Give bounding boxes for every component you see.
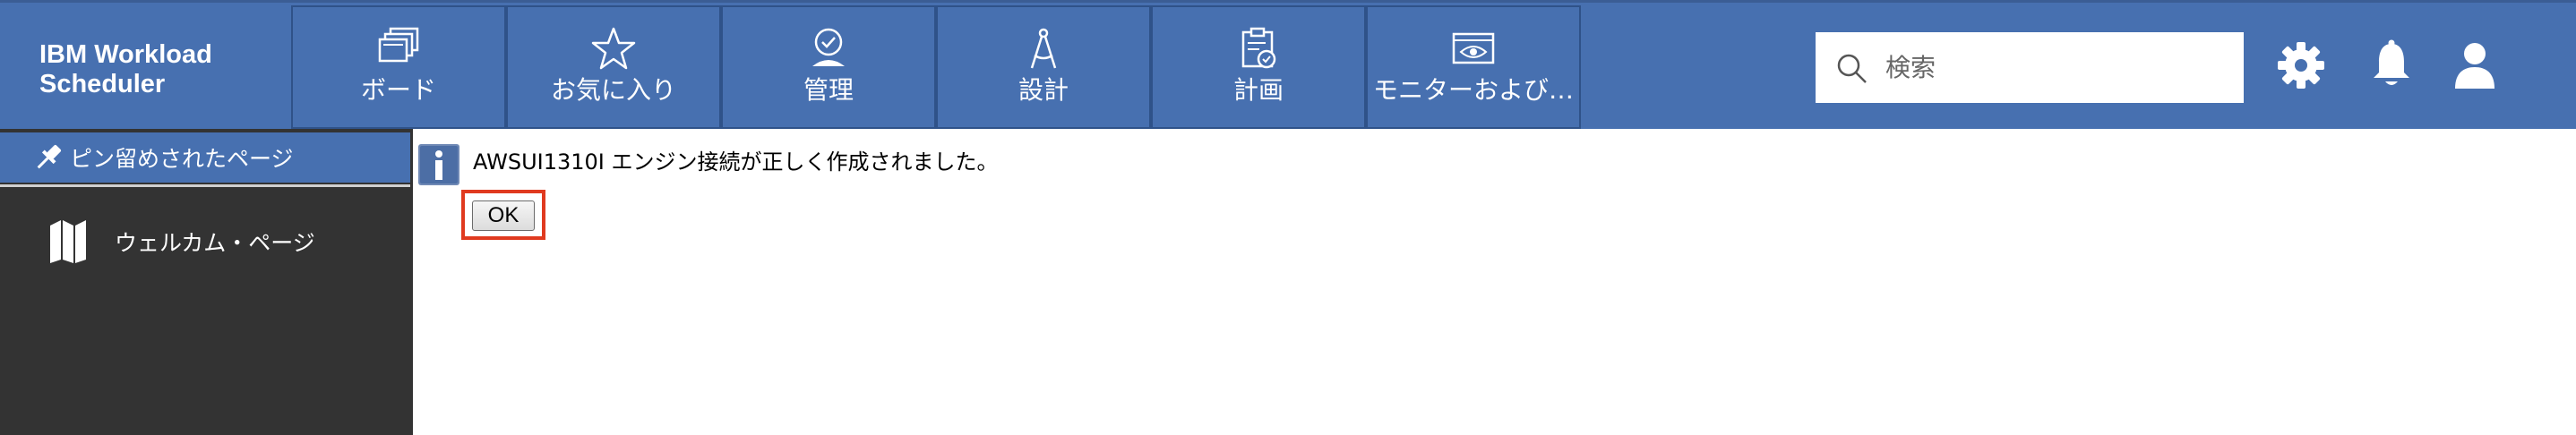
- brand-line-1: IBM Workload: [39, 40, 212, 69]
- tab-design[interactable]: 設計: [936, 5, 1151, 129]
- tab-favorites-label: お気に入り: [550, 75, 676, 105]
- map-icon: [50, 220, 86, 263]
- ok-button[interactable]: OK: [472, 200, 535, 231]
- star-icon: [591, 27, 636, 70]
- tab-admin-label: 管理: [803, 75, 854, 105]
- sidebar-divider: [0, 184, 410, 187]
- search-input[interactable]: [1884, 40, 2244, 95]
- pinned-pages-header[interactable]: ピン留めされたページ: [0, 132, 410, 183]
- tab-monitor[interactable]: モニターおよび…: [1366, 5, 1581, 129]
- compass-icon: [1030, 28, 1057, 69]
- gear-icon[interactable]: [2272, 37, 2330, 94]
- tab-plan[interactable]: 計画: [1151, 5, 1366, 129]
- boards-icon: [378, 27, 419, 63]
- tab-plan-label: 計画: [1232, 75, 1284, 105]
- pin-icon: [37, 144, 62, 169]
- main-content: AWSUI1310I エンジン接続が正しく作成されました。 OK: [413, 129, 2576, 435]
- ok-button-highlight: OK: [461, 190, 545, 240]
- clipboard-icon: [1241, 27, 1276, 69]
- brand-title[interactable]: IBM Workload Scheduler: [39, 40, 281, 99]
- tab-admin[interactable]: 管理: [721, 5, 936, 129]
- status-message: AWSUI1310I エンジン接続が正しく作成されました。: [473, 149, 999, 175]
- tab-monitor-label: モニターおよび…: [1372, 75, 1574, 105]
- search-icon: [1837, 54, 1867, 83]
- tab-boards-label: ボード: [360, 75, 436, 105]
- pinned-pages-label: ピン留めされたページ: [70, 146, 294, 172]
- top-header: IBM Workload Scheduler ボード お気に入り 管理 設計 計…: [0, 0, 2576, 129]
- info-icon: [418, 144, 459, 185]
- admin-user-icon: [812, 28, 845, 66]
- tab-boards[interactable]: ボード: [291, 5, 506, 129]
- search-box[interactable]: [1816, 32, 2244, 103]
- sidebar-item-welcome[interactable]: ウェルカム・ページ: [0, 188, 410, 295]
- tab-favorites[interactable]: お気に入り: [506, 5, 721, 129]
- monitor-eye-icon: [1452, 32, 1495, 64]
- user-icon[interactable]: [2446, 37, 2503, 94]
- bell-icon[interactable]: [2363, 37, 2420, 94]
- sidebar: ピン留めされたページ ウェルカム・ページ: [0, 129, 413, 435]
- main-nav: ボード お気に入り 管理 設計 計画 モニターおよび…: [291, 5, 1581, 129]
- brand-line-2: Scheduler: [39, 70, 166, 98]
- tab-design-label: 設計: [1018, 75, 1069, 105]
- sidebar-item-label: ウェルカム・ページ: [115, 230, 315, 256]
